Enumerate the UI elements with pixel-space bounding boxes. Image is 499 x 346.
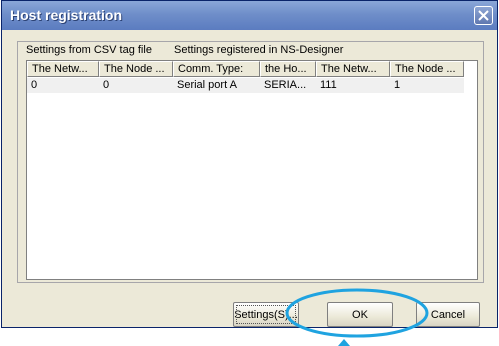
dialog-title: Host registration xyxy=(10,7,123,23)
ok-button[interactable]: OK xyxy=(327,302,393,327)
table-row[interactable]: 0 0 Serial port A SERIA... 111 1 xyxy=(27,78,464,93)
col-header-network-1[interactable]: The Netw... xyxy=(27,61,99,77)
cell-node-1: 0 xyxy=(103,79,110,91)
cell-node-2: 1 xyxy=(394,79,401,91)
host-registration-dialog: Host registration Settings from CSV tag … xyxy=(1,0,498,328)
col-header-comm-type[interactable]: Comm. Type: xyxy=(173,61,260,77)
pointer-arrow-icon xyxy=(338,339,350,346)
cell-host: SERIA... xyxy=(264,79,307,91)
settings-group: Settings from CSV tag file Settings regi… xyxy=(17,41,484,283)
close-icon xyxy=(478,10,489,21)
close-button[interactable] xyxy=(474,6,493,25)
settings-button[interactable]: Settings(S)... xyxy=(233,302,299,327)
host-list[interactable]: The Netw... The Node ... Comm. Type: the… xyxy=(26,60,478,280)
csv-caption: Settings from CSV tag file xyxy=(26,44,152,56)
col-header-network-2[interactable]: The Netw... xyxy=(316,61,390,77)
cancel-button[interactable]: Cancel xyxy=(416,302,480,327)
cell-network-1: 0 xyxy=(31,79,38,91)
col-header-node-1[interactable]: The Node ... xyxy=(99,61,173,77)
col-header-host[interactable]: the Ho... xyxy=(260,61,316,77)
cell-comm-type: Serial port A xyxy=(177,79,237,91)
title-bar[interactable]: Host registration xyxy=(2,1,497,30)
list-header: The Netw... The Node ... Comm. Type: the… xyxy=(27,61,477,77)
ns-caption: Settings registered in NS-Designer xyxy=(174,44,344,56)
col-header-node-2[interactable]: The Node ... xyxy=(390,61,464,77)
cell-network-2: 111 xyxy=(320,79,337,91)
